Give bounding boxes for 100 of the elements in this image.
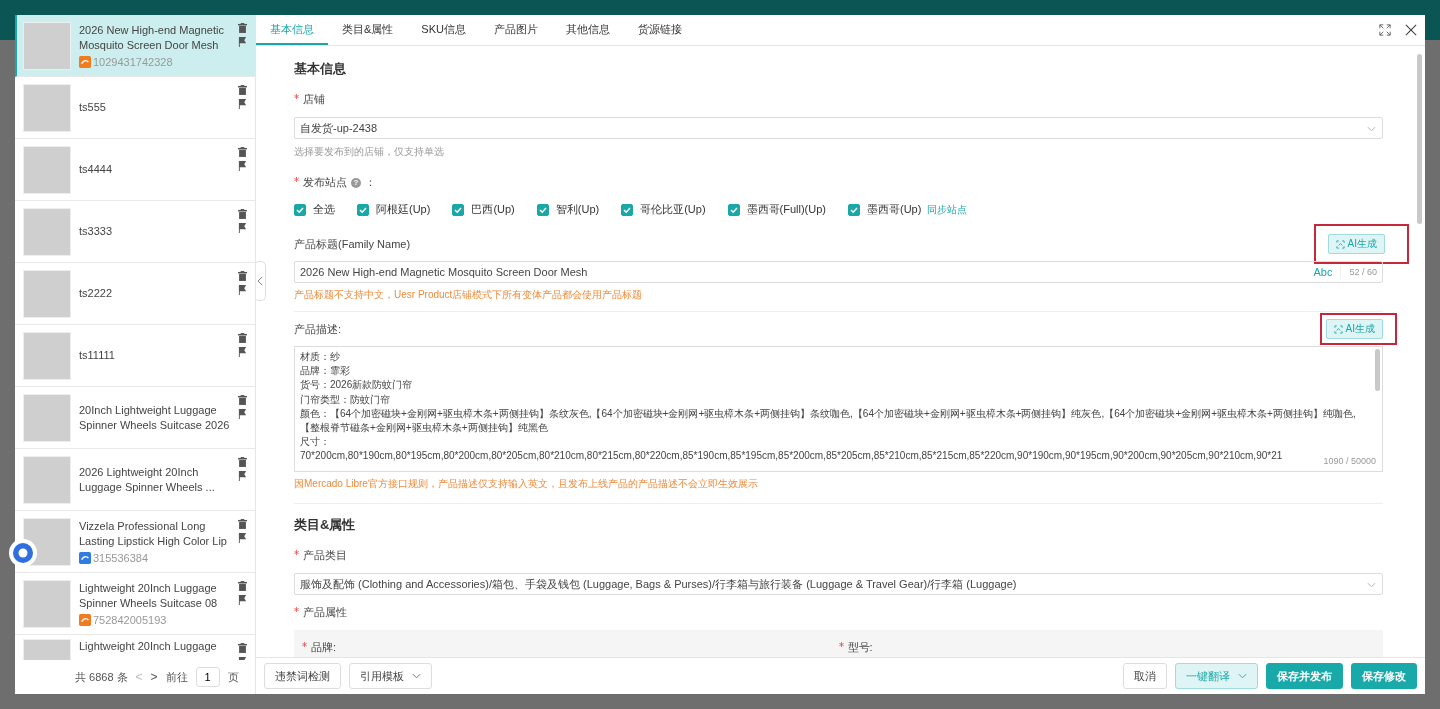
field-label: 发布站点 xyxy=(303,175,347,190)
attribute-label: 型号: xyxy=(847,640,873,655)
trash-icon[interactable] xyxy=(238,209,247,219)
checkbox-square[interactable] xyxy=(727,203,740,216)
fullscreen-icon[interactable] xyxy=(1379,24,1391,36)
template-dropdown-button[interactable]: 引用模板 xyxy=(349,663,432,689)
field-label: 产品标题(Family Name) xyxy=(294,236,411,252)
page-unit: 页 xyxy=(227,669,239,685)
product-title: Lightweight 20Inch Luggage xyxy=(79,639,218,654)
product-title: ts3333 xyxy=(79,224,114,239)
trash-icon[interactable] xyxy=(238,395,247,405)
chevron-down-icon xyxy=(1367,582,1376,588)
product-list-item[interactable]: ts3333 xyxy=(15,201,255,263)
warning-text: 因Mercado Libre官方接口规则，产品描述仅支持输入英文，且发布上线产品的产品描述不会立即生效展示 xyxy=(294,477,759,491)
product-title: Lightweight 20Inch Luggage Spinner Wheels Suitcase 08 xyxy=(79,581,219,611)
scrollbar[interactable] xyxy=(1417,54,1422,224)
tab[interactable]: SKU信息 xyxy=(407,15,480,45)
banned-word-check-button[interactable]: 违禁词检测 xyxy=(264,663,341,689)
cancel-button[interactable]: 取消 xyxy=(1123,663,1167,689)
goto-label: 前往 xyxy=(165,669,188,685)
checkbox-square[interactable] xyxy=(357,203,369,216)
total-count: 共 6868 条 xyxy=(75,669,128,685)
field-label: 产品类目 xyxy=(303,548,347,563)
section-heading: 类目&属性 xyxy=(294,516,357,534)
tab[interactable]: 类目&属性 xyxy=(328,15,408,45)
field-label: 产品属性 xyxy=(303,605,347,620)
trash-icon[interactable] xyxy=(238,519,247,529)
collapse-handle-icon[interactable] xyxy=(256,261,266,301)
close-icon[interactable] xyxy=(1405,24,1417,36)
product-list-item[interactable]: 2026 New High-end Magnetic Mosquito Screen Door Mesh 1029431742328 xyxy=(15,15,255,77)
trash-icon[interactable] xyxy=(238,85,247,95)
site-checkbox[interactable]: 巴西(Up) xyxy=(452,202,515,217)
product-list-item[interactable]: ts4444 xyxy=(15,139,255,201)
site-checkbox[interactable]: 墨西哥(Up) xyxy=(848,202,922,217)
site-checkbox[interactable]: 智利(Up) xyxy=(536,202,600,217)
flag-icon[interactable] xyxy=(238,285,247,295)
shop-select[interactable]: 自发货-up-2438 xyxy=(294,117,1383,139)
trash-icon[interactable] xyxy=(238,457,247,467)
product-title: 2026 New High-end Magnetic Mosquito Screen Door Mesh xyxy=(79,23,225,53)
trash-icon[interactable] xyxy=(238,581,247,591)
chevron-down-icon xyxy=(412,673,421,679)
checkbox-square[interactable] xyxy=(848,203,860,216)
product-list-item[interactable]: ts2222 xyxy=(15,263,255,325)
tab[interactable]: 其他信息 xyxy=(551,15,624,45)
checkbox-square[interactable] xyxy=(621,203,634,216)
trash-icon[interactable] xyxy=(238,643,247,653)
site-checkbox[interactable]: 哥伦比亚(Up) xyxy=(621,202,706,217)
product-id: 752842005193 xyxy=(93,614,167,626)
next-page-button[interactable]: > xyxy=(150,670,158,684)
section-heading: 基本信息 xyxy=(294,60,347,78)
trash-icon[interactable] xyxy=(238,147,247,157)
photo-placeholder xyxy=(23,21,71,70)
field-label: 产品描述: xyxy=(294,321,342,337)
checkbox-square[interactable] xyxy=(294,203,306,216)
page-input[interactable]: 1 xyxy=(195,667,220,687)
tab[interactable]: 产品图片 xyxy=(479,15,552,45)
trash-icon[interactable] xyxy=(238,271,247,281)
photo-placeholder xyxy=(23,207,71,256)
flag-icon[interactable] xyxy=(238,471,247,481)
chevron-down-icon xyxy=(1367,126,1376,132)
product-title: ts2222 xyxy=(79,286,114,301)
photo-placeholder xyxy=(23,269,71,318)
photo-placeholder xyxy=(23,83,71,132)
product-id: 1029431742328 xyxy=(93,56,173,68)
floating-chat-overlay[interactable] xyxy=(8,538,38,568)
checkbox-square[interactable] xyxy=(452,203,465,216)
product-list-item[interactable]: 2026 Lightweight 20Inch Luggage Spinner Wheels ... xyxy=(15,449,255,511)
trash-icon[interactable] xyxy=(238,23,247,33)
product-title: ts11111 xyxy=(79,348,116,363)
flag-icon[interactable] xyxy=(238,595,247,605)
trash-icon[interactable] xyxy=(238,333,247,343)
flag-icon[interactable] xyxy=(238,347,247,357)
scan-icon xyxy=(1333,324,1343,334)
checkbox-square[interactable] xyxy=(536,203,549,216)
warning-text: 产品标题不支持中文，Uesr Product店铺模式下所有变体产品都会使用产品标题 xyxy=(294,288,644,302)
flag-icon[interactable] xyxy=(238,223,247,233)
description-textarea[interactable]: 材质：纱 品牌：霏彩 货号：2026新款防蚊门帘 门帘类型：防蚊门帘 颜色：【64个加密磁块+金刚网+驱虫樟木条+两侧挂钩】条纹灰色,【64个加密磁块+金刚网+驱虫樟木条+两侧挂钩】条纹咖色,【64个加密磁块+金刚网+驱虫樟木条+两侧挂钩】纯灰色,【64个加密磁块+金刚网+驱虫樟木条+两侧挂钩】纯咖色,【整根脊节磁条+金刚网+驱虫樟木条+两侧挂钩】纯黑色 尺寸： 70*200cm,80*190cm,80*195cm,80*200cm,80*205cm,80*210cm,80*215cm,80*220cm,85*190cm,85*195cm,85*200cm,85*205cm,85*210cm,85*215cm,85*220cm,90*190cm,90*195cm,90*200cm,90*205cm,90*210cm,90*21 1090 / 50000 xyxy=(294,346,1383,472)
site-checkbox[interactable]: 阿根廷(Up) xyxy=(357,202,431,217)
photo-placeholder xyxy=(23,393,71,442)
product-title: 2026 Lightweight 20Inch Luggage Spinner Wheels ... xyxy=(79,464,216,495)
flag-icon[interactable] xyxy=(238,99,247,109)
site-checkbox[interactable]: 全选 xyxy=(294,202,335,217)
flag-icon[interactable] xyxy=(238,533,247,543)
field-label: 店铺 xyxy=(303,92,325,107)
product-list-item[interactable]: ts555 xyxy=(15,77,255,139)
product-title: ts4444 xyxy=(79,162,114,177)
tab[interactable]: 货源链接 xyxy=(623,15,696,45)
product-list-item[interactable]: ts11111 xyxy=(15,325,255,387)
product-title: 20Inch Lightweight Luggage Spinner Wheels Suitcase 2026 xyxy=(79,402,230,433)
photo-placeholder xyxy=(23,455,71,504)
product-title: ts555 xyxy=(79,100,107,115)
category-select[interactable]: 服饰及配饰 (Clothing and Accessories)/箱包、手袋及钱包 (Luggage, Bags & Purses)/行李箱与旅行装备 (Luggage & Travel Gear)/行李箱 (Luggage) xyxy=(294,573,1383,595)
flag-icon[interactable] xyxy=(238,409,247,419)
title-input[interactable]: 2026 New High-end Magnetic Mosquito Screen Door Mesh Abc 52 / 60 xyxy=(294,261,1383,283)
flag-icon[interactable] xyxy=(238,161,247,171)
flag-icon[interactable] xyxy=(238,37,247,47)
product-list-item[interactable]: Lightweight 20Inch Luggage Spinner Wheels Suitcase 08 752842005193 xyxy=(15,573,255,635)
product-list-item[interactable]: 20Inch Lightweight Luggage Spinner Wheels Suitcase 2026 xyxy=(15,387,255,449)
site-checkbox[interactable]: 墨西哥(Full)(Up) xyxy=(727,202,826,217)
photo-placeholder xyxy=(23,331,71,380)
